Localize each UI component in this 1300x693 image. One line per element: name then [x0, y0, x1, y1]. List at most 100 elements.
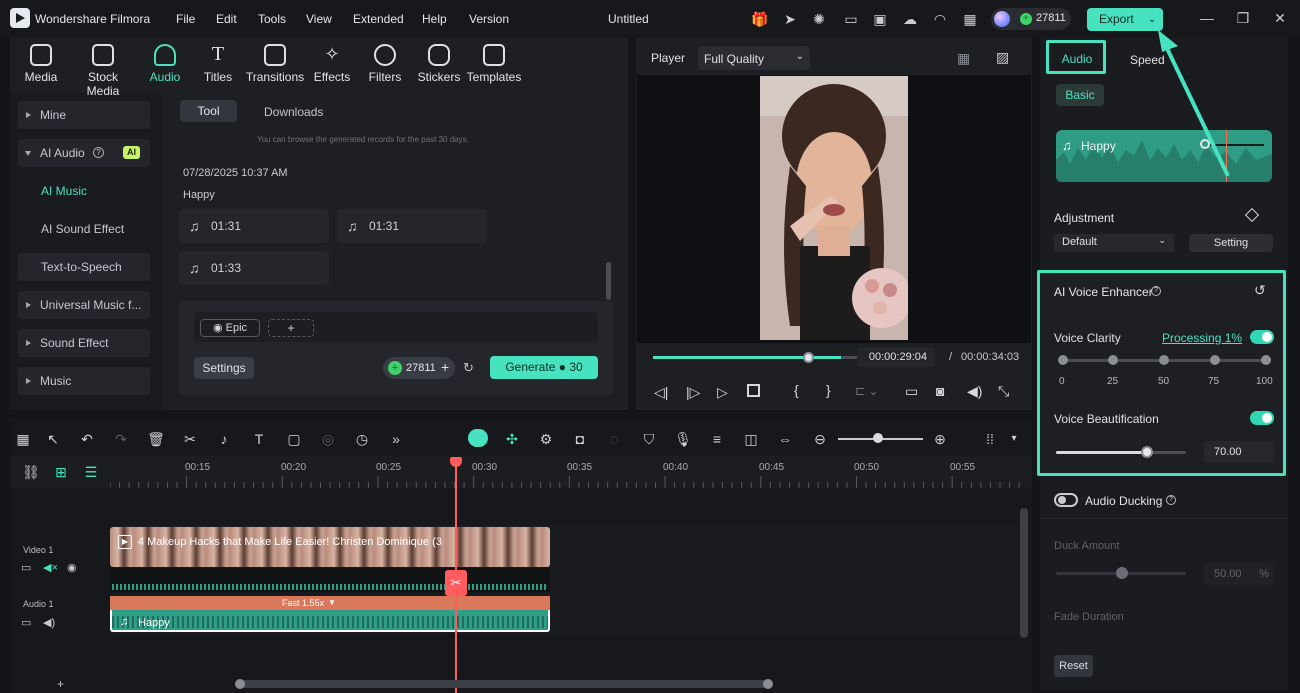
apps-grid-icon[interactable]: ▦: [961, 10, 979, 28]
sidebar-item-music[interactable]: Music: [18, 367, 150, 395]
beautification-value-input[interactable]: 70.00: [1204, 441, 1274, 463]
auto-beat-icon[interactable]: ⚙: [537, 430, 555, 448]
menu-file[interactable]: File: [176, 12, 195, 26]
reset-button[interactable]: Reset: [1054, 655, 1093, 677]
sidebar-item-ai-music[interactable]: AI Music: [18, 177, 150, 205]
zoom-slider-knob[interactable]: [873, 433, 883, 443]
sidebar-item-ai-sound-effect[interactable]: AI Sound Effect: [18, 215, 150, 243]
timeline-vertical-scrollbar[interactable]: [1020, 508, 1028, 638]
gift-icon[interactable]: 🎁: [751, 10, 769, 28]
voice-beautification-toggle[interactable]: [1250, 411, 1274, 425]
audio-mute-icon[interactable]: ◀×: [43, 561, 58, 574]
scrollbar-handle-right[interactable]: [763, 679, 773, 689]
tab-tool[interactable]: Tool: [180, 100, 237, 122]
progress-knob[interactable]: [803, 352, 814, 363]
maximize-icon[interactable]: ❐: [1234, 9, 1252, 27]
crop-icon[interactable]: ▢: [285, 430, 303, 448]
music-card[interactable]: ♫ 01:31: [337, 209, 487, 243]
ai-assistant-icon[interactable]: [468, 429, 488, 447]
add-tag-button[interactable]: +: [268, 319, 314, 337]
folder-icon[interactable]: ▭: [21, 616, 31, 629]
toolbar-filters[interactable]: Filters: [355, 44, 415, 84]
shield-icon[interactable]: ⛉: [640, 430, 658, 448]
sidebar-item-text-to-speech[interactable]: Text-to-Speech: [18, 253, 150, 281]
music-card[interactable]: ♫ 01:31: [179, 209, 329, 243]
zoom-in-icon[interactable]: ⊕: [931, 430, 949, 448]
speaker-icon[interactable]: ◀): [43, 616, 55, 629]
toolbar-titles[interactable]: T Titles: [188, 44, 248, 84]
more-icon[interactable]: »: [387, 430, 405, 448]
toolbar-audio[interactable]: Audio: [135, 44, 195, 84]
menu-edit[interactable]: Edit: [216, 12, 237, 26]
music-list-icon[interactable]: ≡: [708, 430, 726, 448]
delete-icon[interactable]: 🗑: [147, 430, 165, 448]
chevron-down-icon[interactable]: ▾: [1005, 430, 1023, 448]
cut-icon[interactable]: ✂: [181, 430, 199, 448]
tab-downloads[interactable]: Downloads: [264, 105, 323, 119]
minimize-icon[interactable]: —: [1198, 9, 1216, 27]
headset-icon[interactable]: ◠: [931, 10, 949, 28]
quality-select[interactable]: Full Quality ⌄: [698, 46, 810, 70]
generate-button[interactable]: Generate ● 30: [490, 356, 598, 379]
loading-icon[interactable]: ✺: [810, 10, 828, 28]
beautification-slider-knob[interactable]: [1141, 446, 1153, 458]
sidebar-item-universal-music[interactable]: Universal Music f...: [18, 291, 150, 319]
menu-view[interactable]: View: [306, 12, 332, 26]
toolbar-transitions[interactable]: Transitions: [245, 44, 305, 84]
save-icon[interactable]: ▣: [871, 10, 889, 28]
select-tool-icon[interactable]: ↖: [44, 430, 62, 448]
camera-icon[interactable]: ◘: [571, 430, 589, 448]
timeline-horizontal-scrollbar[interactable]: [236, 680, 772, 688]
snap-icon[interactable]: ✣: [503, 430, 521, 448]
menu-tools[interactable]: Tools: [258, 12, 286, 26]
undo-icon[interactable]: ↶: [78, 430, 96, 448]
microphone-icon[interactable]: 🎙: [674, 430, 692, 448]
current-time[interactable]: 00:00:29:04: [857, 347, 935, 367]
folder-icon[interactable]: ▭: [21, 561, 31, 574]
toolbar-templates[interactable]: Templates: [464, 44, 524, 84]
help-icon[interactable]: ?: [93, 147, 104, 158]
clarity-tick-dot[interactable]: [1159, 355, 1169, 365]
link-icon[interactable]: ⛓: [22, 463, 40, 481]
layout-icon[interactable]: ▦: [14, 430, 32, 448]
music-card[interactable]: ♫ 01:33: [179, 251, 329, 285]
close-icon[interactable]: ✕: [1271, 9, 1289, 27]
add-track-button[interactable]: +: [57, 677, 64, 691]
voice-clarity-toggle[interactable]: [1250, 330, 1274, 344]
toolbar-stock-media[interactable]: Stock Media: [73, 44, 133, 98]
preset-select[interactable]: Default ⌄: [1054, 234, 1174, 252]
mark-in-icon[interactable]: {: [794, 382, 799, 398]
caret-down-icon[interactable]: ▼: [328, 598, 336, 607]
image-icon[interactable]: ▨: [996, 49, 1009, 66]
fullscreen-icon[interactable]: ⤡: [998, 383, 1009, 400]
monitor-icon[interactable]: ▭: [842, 10, 860, 28]
stop-icon[interactable]: [747, 384, 760, 397]
progress-bar-track[interactable]: [841, 356, 857, 359]
sidebar-item-mine[interactable]: Mine: [18, 101, 150, 129]
add-credits-icon[interactable]: +: [441, 359, 449, 375]
play-icon[interactable]: ▷: [717, 384, 728, 401]
clarity-tick-dot[interactable]: [1210, 355, 1220, 365]
scrollbar-handle-left[interactable]: [235, 679, 245, 689]
cloud-upload-icon[interactable]: ☁: [901, 10, 919, 28]
setting-button[interactable]: Setting: [1189, 234, 1273, 252]
replace-icon[interactable]: ◫: [742, 430, 760, 448]
display-icon[interactable]: ▭: [905, 383, 918, 400]
prev-frame-icon[interactable]: ◁|: [654, 384, 668, 401]
toolbar-media[interactable]: Media: [11, 44, 71, 84]
library-scrollbar[interactable]: [606, 262, 611, 300]
track-manage-icon[interactable]: ☰: [82, 463, 100, 481]
zoom-out-icon[interactable]: ⊖: [811, 430, 829, 448]
help-icon[interactable]: ?: [1166, 495, 1176, 505]
sidebar-item-ai-audio[interactable]: AI Audio? AI: [18, 139, 150, 167]
audio-edit-icon[interactable]: ♪: [215, 430, 233, 448]
text-icon[interactable]: T: [250, 430, 268, 448]
fit-icon[interactable]: ⇔: [776, 430, 794, 448]
sidebar-item-sound-effect[interactable]: Sound Effect: [18, 329, 150, 357]
help-icon[interactable]: ?: [1151, 286, 1161, 296]
basic-chip[interactable]: Basic: [1056, 84, 1104, 106]
menu-version[interactable]: Version: [469, 12, 509, 26]
refresh-icon[interactable]: ↻: [463, 360, 474, 376]
menu-help[interactable]: Help: [422, 12, 447, 26]
clarity-tick-dot[interactable]: [1058, 355, 1068, 365]
